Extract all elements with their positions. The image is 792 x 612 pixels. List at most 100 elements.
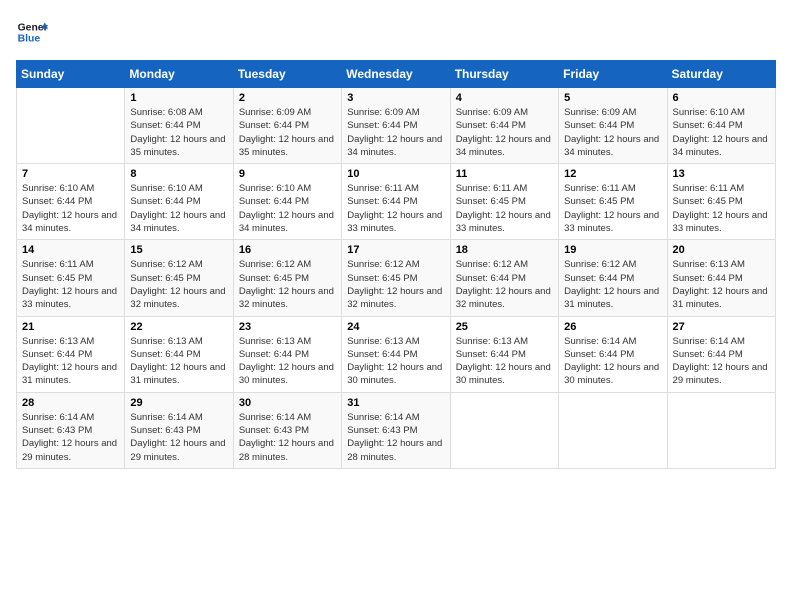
calendar-cell: 29 Sunrise: 6:14 AMSunset: 6:43 PMDayligh… <box>125 392 233 468</box>
day-number: 10 <box>347 168 444 180</box>
calendar-cell: 8 Sunrise: 6:10 AMSunset: 6:44 PMDaylight… <box>125 164 233 240</box>
calendar-week-row: 14Sunrise: 6:11 AMSunset: 6:45 PMDayligh… <box>17 240 776 316</box>
day-number: 29 <box>130 397 227 409</box>
column-header-monday: Monday <box>125 61 233 88</box>
calendar-cell: 22Sunrise: 6:13 AMSunset: 6:44 PMDayligh… <box>125 316 233 392</box>
day-info: Sunrise: 6:13 AMSunset: 6:44 PMDaylight:… <box>347 335 444 388</box>
day-number: 26 <box>564 321 661 333</box>
day-number: 25 <box>456 321 553 333</box>
calendar-cell: 1 Sunrise: 6:08 AMSunset: 6:44 PMDaylight… <box>125 88 233 164</box>
logo: General Blue <box>16 16 48 48</box>
day-number: 8 <box>130 168 227 180</box>
day-info: Sunrise: 6:11 AMSunset: 6:44 PMDaylight:… <box>347 182 444 235</box>
logo-icon: General Blue <box>16 16 48 48</box>
calendar-cell: 13 Sunrise: 6:11 AMSunset: 6:45 PMDayligh… <box>667 164 775 240</box>
day-number: 7 <box>22 168 119 180</box>
day-number: 16 <box>239 244 336 256</box>
calendar-cell: 31Sunrise: 6:14 AMSunset: 6:43 PMDayligh… <box>342 392 450 468</box>
day-number: 12 <box>564 168 661 180</box>
day-info: Sunrise: 6:11 AMSunset: 6:45 PMDaylight:… <box>456 182 553 235</box>
column-header-saturday: Saturday <box>667 61 775 88</box>
calendar-cell: 14Sunrise: 6:11 AMSunset: 6:45 PMDayligh… <box>17 240 125 316</box>
calendar-cell: 3 Sunrise: 6:09 AMSunset: 6:44 PMDaylight… <box>342 88 450 164</box>
day-info: Sunrise: 6:14 AMSunset: 6:44 PMDaylight:… <box>673 335 770 388</box>
calendar-cell: 20 Sunrise: 6:13 AMSunset: 6:44 PMDayligh… <box>667 240 775 316</box>
day-info: Sunrise: 6:14 AMSunset: 6:43 PMDaylight:… <box>130 411 227 464</box>
day-info: Sunrise: 6:10 AMSunset: 6:44 PMDaylight:… <box>130 182 227 235</box>
day-info: Sunrise: 6:12 AMSunset: 6:45 PMDaylight:… <box>239 258 336 311</box>
day-info: Sunrise: 6:12 AMSunset: 6:44 PMDaylight:… <box>564 258 661 311</box>
column-header-friday: Friday <box>559 61 667 88</box>
calendar-cell: 18Sunrise: 6:12 AMSunset: 6:44 PMDayligh… <box>450 240 558 316</box>
day-number: 24 <box>347 321 444 333</box>
day-number: 17 <box>347 244 444 256</box>
column-header-tuesday: Tuesday <box>233 61 341 88</box>
day-info: Sunrise: 6:12 AMSunset: 6:44 PMDaylight:… <box>456 258 553 311</box>
calendar-week-row: 28 Sunrise: 6:14 AMSunset: 6:43 PMDayligh… <box>17 392 776 468</box>
day-number: 13 <box>673 168 770 180</box>
day-info: Sunrise: 6:10 AMSunset: 6:44 PMDaylight:… <box>239 182 336 235</box>
day-info: Sunrise: 6:09 AMSunset: 6:44 PMDaylight:… <box>347 106 444 159</box>
calendar-cell: 4 Sunrise: 6:09 AMSunset: 6:44 PMDaylight… <box>450 88 558 164</box>
calendar-cell <box>559 392 667 468</box>
calendar-cell: 26 Sunrise: 6:14 AMSunset: 6:44 PMDayligh… <box>559 316 667 392</box>
calendar-cell: 25 Sunrise: 6:13 AMSunset: 6:44 PMDayligh… <box>450 316 558 392</box>
day-number: 1 <box>130 92 227 104</box>
day-info: Sunrise: 6:10 AMSunset: 6:44 PMDaylight:… <box>22 182 119 235</box>
day-number: 30 <box>239 397 336 409</box>
day-info: Sunrise: 6:14 AMSunset: 6:43 PMDaylight:… <box>22 411 119 464</box>
day-info: Sunrise: 6:10 AMSunset: 6:44 PMDaylight:… <box>673 106 770 159</box>
calendar-cell <box>17 88 125 164</box>
calendar-cell: 7 Sunrise: 6:10 AMSunset: 6:44 PMDaylight… <box>17 164 125 240</box>
day-number: 28 <box>22 397 119 409</box>
calendar-table: SundayMondayTuesdayWednesdayThursdayFrid… <box>16 60 776 469</box>
day-info: Sunrise: 6:09 AMSunset: 6:44 PMDaylight:… <box>456 106 553 159</box>
day-number: 2 <box>239 92 336 104</box>
day-number: 3 <box>347 92 444 104</box>
page-header: General Blue <box>16 16 776 48</box>
day-number: 27 <box>673 321 770 333</box>
calendar-header-row: SundayMondayTuesdayWednesdayThursdayFrid… <box>17 61 776 88</box>
day-number: 21 <box>22 321 119 333</box>
day-number: 23 <box>239 321 336 333</box>
day-number: 5 <box>564 92 661 104</box>
calendar-cell: 11 Sunrise: 6:11 AMSunset: 6:45 PMDayligh… <box>450 164 558 240</box>
calendar-cell: 17Sunrise: 6:12 AMSunset: 6:45 PMDayligh… <box>342 240 450 316</box>
day-info: Sunrise: 6:14 AMSunset: 6:44 PMDaylight:… <box>564 335 661 388</box>
day-info: Sunrise: 6:13 AMSunset: 6:44 PMDaylight:… <box>673 258 770 311</box>
day-info: Sunrise: 6:11 AMSunset: 6:45 PMDaylight:… <box>22 258 119 311</box>
column-header-thursday: Thursday <box>450 61 558 88</box>
calendar-cell: 28 Sunrise: 6:14 AMSunset: 6:43 PMDayligh… <box>17 392 125 468</box>
day-info: Sunrise: 6:11 AMSunset: 6:45 PMDaylight:… <box>564 182 661 235</box>
day-number: 11 <box>456 168 553 180</box>
calendar-cell: 15 Sunrise: 6:12 AMSunset: 6:45 PMDayligh… <box>125 240 233 316</box>
calendar-cell: 16 Sunrise: 6:12 AMSunset: 6:45 PMDayligh… <box>233 240 341 316</box>
calendar-cell: 10 Sunrise: 6:11 AMSunset: 6:44 PMDayligh… <box>342 164 450 240</box>
day-info: Sunrise: 6:13 AMSunset: 6:44 PMDaylight:… <box>22 335 119 388</box>
day-number: 20 <box>673 244 770 256</box>
day-number: 6 <box>673 92 770 104</box>
day-info: Sunrise: 6:09 AMSunset: 6:44 PMDaylight:… <box>239 106 336 159</box>
day-info: Sunrise: 6:09 AMSunset: 6:44 PMDaylight:… <box>564 106 661 159</box>
day-info: Sunrise: 6:14 AMSunset: 6:43 PMDaylight:… <box>347 411 444 464</box>
day-number: 9 <box>239 168 336 180</box>
day-info: Sunrise: 6:12 AMSunset: 6:45 PMDaylight:… <box>130 258 227 311</box>
day-info: Sunrise: 6:08 AMSunset: 6:44 PMDaylight:… <box>130 106 227 159</box>
day-number: 15 <box>130 244 227 256</box>
calendar-cell: 9 Sunrise: 6:10 AMSunset: 6:44 PMDaylight… <box>233 164 341 240</box>
day-info: Sunrise: 6:13 AMSunset: 6:44 PMDaylight:… <box>456 335 553 388</box>
day-info: Sunrise: 6:11 AMSunset: 6:45 PMDaylight:… <box>673 182 770 235</box>
day-number: 4 <box>456 92 553 104</box>
calendar-cell: 30 Sunrise: 6:14 AMSunset: 6:43 PMDayligh… <box>233 392 341 468</box>
calendar-cell <box>667 392 775 468</box>
calendar-week-row: 7 Sunrise: 6:10 AMSunset: 6:44 PMDaylight… <box>17 164 776 240</box>
calendar-cell: 6 Sunrise: 6:10 AMSunset: 6:44 PMDaylight… <box>667 88 775 164</box>
column-header-wednesday: Wednesday <box>342 61 450 88</box>
calendar-cell: 2 Sunrise: 6:09 AMSunset: 6:44 PMDaylight… <box>233 88 341 164</box>
column-header-sunday: Sunday <box>17 61 125 88</box>
day-info: Sunrise: 6:13 AMSunset: 6:44 PMDaylight:… <box>239 335 336 388</box>
calendar-cell: 23 Sunrise: 6:13 AMSunset: 6:44 PMDayligh… <box>233 316 341 392</box>
day-info: Sunrise: 6:14 AMSunset: 6:43 PMDaylight:… <box>239 411 336 464</box>
calendar-week-row: 21 Sunrise: 6:13 AMSunset: 6:44 PMDayligh… <box>17 316 776 392</box>
calendar-cell: 19Sunrise: 6:12 AMSunset: 6:44 PMDayligh… <box>559 240 667 316</box>
